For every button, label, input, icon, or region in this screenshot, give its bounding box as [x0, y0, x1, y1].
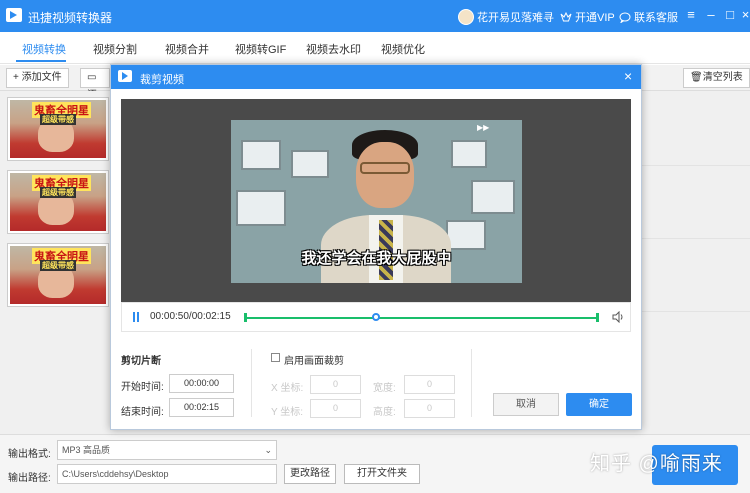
clear-list-label: 清空列表	[702, 72, 743, 83]
trash-icon: 🗑	[690, 72, 703, 83]
tab-video-convert[interactable]: 视频转换	[22, 41, 66, 57]
add-file-label: 添加文件	[21, 72, 62, 83]
start-time-label: 开始时间:	[121, 382, 164, 393]
close-icon[interactable]: ×	[741, 8, 750, 22]
video-frame[interactable]: ▶▶ 我还学会在我大屁股中	[231, 120, 522, 283]
user-name: 花开易见落难寻	[477, 12, 554, 24]
maximize-icon[interactable]: □	[723, 8, 737, 22]
dialog-close-icon[interactable]: ×	[624, 68, 632, 84]
tab-video-split[interactable]: 视频分割	[93, 41, 137, 57]
clip-section-label: 剪切片断	[121, 356, 161, 367]
height-label: 高度:	[373, 407, 396, 418]
height-input[interactable]: 0	[404, 399, 455, 418]
service-label: 联系客服	[634, 12, 678, 24]
clear-list-button[interactable]: 🗑清空列表	[683, 68, 750, 88]
user-profile[interactable]: 花开易见落难寻	[458, 9, 554, 25]
trim-end-handle[interactable]	[596, 313, 599, 322]
plus-icon: +	[13, 72, 19, 83]
end-time-input[interactable]: 00:02:15	[169, 398, 234, 417]
vip-button[interactable]: 开通VIP	[560, 9, 615, 25]
main-tabs: 视频转换 视频分割 视频合并 视频转GIF 视频去水印 视频优化	[0, 32, 750, 64]
output-format-label: 输出格式:	[8, 449, 51, 460]
minimize-icon[interactable]: –	[704, 8, 718, 22]
thumbnail-subcaption: 超级带感	[40, 260, 76, 271]
watermark-text: 知乎 @喻雨来	[590, 453, 723, 475]
service-button[interactable]: 联系客服	[619, 9, 678, 25]
tv-logo-mark: ▶▶	[477, 123, 490, 132]
list-item-thumbnail[interactable]: 鬼畜全明星 超级带感	[7, 97, 109, 161]
crop-enable-checkbox[interactable]	[271, 353, 280, 362]
change-path-button[interactable]: 更改路径	[284, 464, 336, 484]
vip-icon	[560, 12, 572, 22]
width-input[interactable]: 0	[404, 375, 455, 394]
trim-start-handle[interactable]	[244, 313, 247, 322]
chevron-down-icon: ⌄	[264, 445, 272, 455]
cancel-button[interactable]: 取消	[493, 393, 559, 416]
list-item-thumbnail[interactable]: 鬼畜全明星 超级带感	[7, 170, 109, 234]
pause-icon[interactable]	[132, 312, 140, 322]
output-format-select[interactable]: MP3 高品质 ⌄	[57, 440, 277, 460]
volume-icon[interactable]	[612, 311, 626, 323]
timecode: 00:00:50/00:02:15	[150, 311, 231, 322]
add-folder-button[interactable]: ▭ 添	[80, 68, 110, 101]
menu-icon[interactable]: ≡	[684, 8, 698, 22]
dialog-header: 裁剪视频 ×	[111, 65, 641, 89]
thumbnail-subcaption: 超级带感	[40, 114, 76, 125]
list-item-thumbnail[interactable]: 鬼畜全明星 超级带感	[7, 243, 109, 307]
playback-controls: 00:00:50/00:02:15	[121, 302, 631, 332]
crop-enable-label: 启用画面裁剪	[284, 356, 344, 367]
confirm-button[interactable]: 确定	[566, 393, 632, 416]
open-folder-button[interactable]: 打开文件夹	[344, 464, 420, 484]
output-path-field[interactable]: C:\Users\cddehsy\Desktop	[57, 464, 277, 484]
y-coord-input[interactable]: 0	[310, 399, 361, 418]
trim-track[interactable]	[246, 317, 598, 319]
vip-label: 开通VIP	[575, 12, 615, 24]
start-time-input[interactable]: 00:00:00	[169, 374, 234, 393]
tab-video-merge[interactable]: 视频合并	[165, 41, 209, 57]
video-preview: ▶▶ 我还学会在我大屁股中	[121, 99, 631, 302]
playhead-knob[interactable]	[372, 313, 381, 321]
y-coord-label: Y 坐标:	[271, 407, 304, 418]
divider	[471, 349, 472, 417]
title-bar: 迅捷视频转换器 花开易见落难寻 开通VIP 联系客服 ≡ – □ ×	[0, 0, 750, 32]
active-tab-indicator	[16, 60, 66, 62]
divider	[251, 349, 252, 417]
x-coord-input[interactable]: 0	[310, 375, 361, 394]
end-time-label: 结束时间:	[121, 407, 164, 418]
avatar	[458, 9, 474, 25]
tab-remove-watermark[interactable]: 视频去水印	[306, 41, 361, 57]
thumbnail-subcaption: 超级带感	[40, 187, 76, 198]
chat-icon	[619, 12, 631, 23]
output-format-value: MP3 高品质	[62, 445, 111, 455]
app-logo-icon	[6, 8, 22, 22]
tab-video-to-gif[interactable]: 视频转GIF	[235, 41, 286, 57]
x-coord-label: X 坐标:	[271, 383, 304, 394]
tab-video-optimize[interactable]: 视频优化	[381, 41, 425, 57]
output-path-label: 输出路径:	[8, 473, 51, 484]
video-icon	[118, 70, 132, 82]
app-title: 迅捷视频转换器	[28, 11, 113, 25]
add-file-button[interactable]: + 添加文件	[6, 68, 69, 88]
dialog-title: 裁剪视频	[140, 74, 184, 86]
width-label: 宽度:	[373, 383, 396, 394]
crop-video-dialog: 裁剪视频 × ▶▶ 我还学会在我大屁股中 00:00:50/00:02:15 剪…	[110, 64, 642, 430]
folder-icon: ▭	[87, 72, 97, 83]
video-subtitle: 我还学会在我大屁股中	[301, 250, 452, 267]
